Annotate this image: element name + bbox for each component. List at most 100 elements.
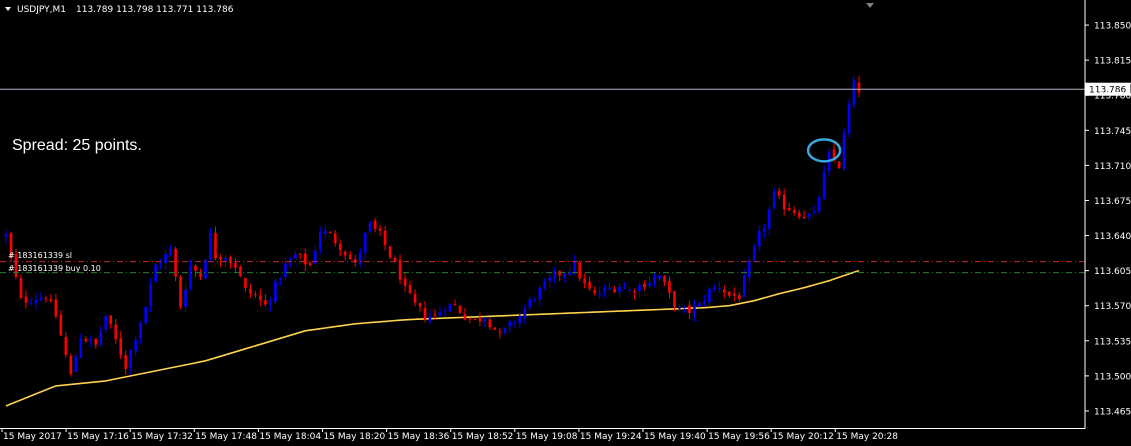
- bear-candle: [787, 208, 791, 211]
- bear-candle: [308, 262, 312, 266]
- bear-candle: [588, 281, 591, 289]
- bear-candle: [458, 305, 462, 313]
- bull-candle: [368, 222, 372, 232]
- bull-candle: [184, 289, 187, 307]
- bull-candle: [618, 286, 621, 293]
- bear-candle: [613, 288, 616, 293]
- bull-candle: [508, 321, 512, 327]
- bull-candle: [533, 299, 537, 301]
- bull-candle: [563, 272, 566, 277]
- price-tick-label: 113.815: [1094, 57, 1131, 67]
- price-tick-label: 113.465: [1094, 407, 1131, 417]
- bull-candle: [34, 299, 38, 304]
- price-tick-label: 113.710: [1094, 162, 1131, 172]
- bear-candle: [348, 254, 352, 259]
- bear-candle: [249, 288, 252, 294]
- bear-candle: [797, 212, 801, 218]
- bull-candle: [99, 331, 103, 345]
- bear-candle: [668, 280, 671, 293]
- bear-candle: [259, 295, 262, 300]
- price-tick-label: 113.570: [1094, 302, 1131, 312]
- bull-candle: [628, 289, 631, 291]
- price-tick-label: 113.675: [1094, 197, 1131, 207]
- bull-candle: [209, 232, 212, 259]
- bull-candle: [483, 318, 487, 322]
- bear-candle: [373, 220, 377, 229]
- bull-candle: [718, 287, 721, 289]
- bull-candle: [713, 287, 716, 289]
- bull-candle: [698, 303, 701, 307]
- bull-candle: [513, 322, 517, 324]
- bear-candle: [493, 327, 497, 330]
- bear-candle: [688, 305, 691, 313]
- bull-candle: [503, 327, 507, 334]
- bull-candle: [747, 261, 751, 278]
- bull-candle: [363, 232, 367, 253]
- bull-candle: [543, 281, 547, 288]
- bull-candle: [842, 132, 846, 169]
- bear-candle: [558, 271, 562, 276]
- time-tick-label: 15 May 20:28: [836, 432, 898, 442]
- bull-candle: [708, 288, 711, 303]
- bull-candle: [752, 246, 756, 261]
- bear-candle: [59, 314, 63, 336]
- bull-candle: [284, 263, 287, 277]
- bull-candle: [279, 278, 282, 280]
- time-tick-label: 15 May 17:48: [195, 432, 257, 442]
- bear-candle: [663, 276, 666, 283]
- bull-candle: [603, 287, 606, 293]
- bear-candle: [498, 331, 502, 333]
- bull-candle: [134, 339, 137, 352]
- bull-candle: [189, 265, 192, 289]
- bear-candle: [478, 318, 482, 322]
- bear-candle: [194, 265, 197, 271]
- price-chart[interactable]: 113.786 113.850113.815113.780113.745113.…: [0, 0, 1131, 446]
- bear-candle: [453, 303, 457, 305]
- bear-candle: [837, 161, 841, 169]
- buy-order-label: # 183161339 buy 0.10: [8, 264, 101, 273]
- bull-candle: [852, 80, 856, 105]
- bull-candle: [438, 311, 442, 316]
- bull-candle: [817, 197, 821, 212]
- bull-candle: [568, 271, 571, 275]
- symbol-label: USDJPY,M1: [17, 5, 66, 15]
- bear-candle: [418, 302, 422, 307]
- time-tick-label: 15 May 18:20: [324, 432, 386, 442]
- bear-candle: [398, 260, 402, 280]
- price-tick-label: 113.500: [1094, 372, 1131, 382]
- bull-candle: [822, 172, 826, 199]
- bear-candle: [124, 355, 128, 369]
- bull-candle: [39, 297, 43, 301]
- bear-candle: [219, 256, 222, 260]
- bull-candle: [623, 287, 626, 289]
- bull-candle: [807, 213, 811, 218]
- bull-candle: [358, 252, 362, 265]
- bull-candle: [4, 233, 8, 237]
- bull-candle: [598, 293, 601, 296]
- bear-candle: [54, 299, 58, 317]
- bear-candle: [723, 289, 726, 293]
- bear-candle: [583, 278, 586, 284]
- bear-candle: [802, 217, 806, 219]
- bear-candle: [244, 278, 247, 288]
- bear-candle: [24, 296, 28, 303]
- bull-candle: [104, 315, 108, 330]
- bull-candle: [159, 263, 162, 265]
- bull-candle: [683, 306, 686, 308]
- time-tick-label: 15 May 2017: [3, 432, 62, 442]
- bull-candle: [757, 230, 761, 247]
- bear-candle: [777, 190, 781, 196]
- bear-candle: [19, 278, 23, 298]
- bear-candle: [119, 338, 123, 356]
- sl-order-label: # 183161339 sl: [8, 251, 72, 260]
- bull-candle: [638, 284, 641, 291]
- bear-candle: [264, 300, 267, 305]
- bear-candle: [633, 291, 636, 293]
- bear-candle: [114, 324, 118, 340]
- price-tick-label: 113.780: [1094, 92, 1131, 102]
- time-tick-label: 15 May 19:24: [580, 432, 642, 442]
- bear-candle: [333, 233, 337, 244]
- bear-candle: [473, 318, 477, 320]
- bull-candle: [653, 277, 656, 284]
- bear-candle: [94, 338, 98, 345]
